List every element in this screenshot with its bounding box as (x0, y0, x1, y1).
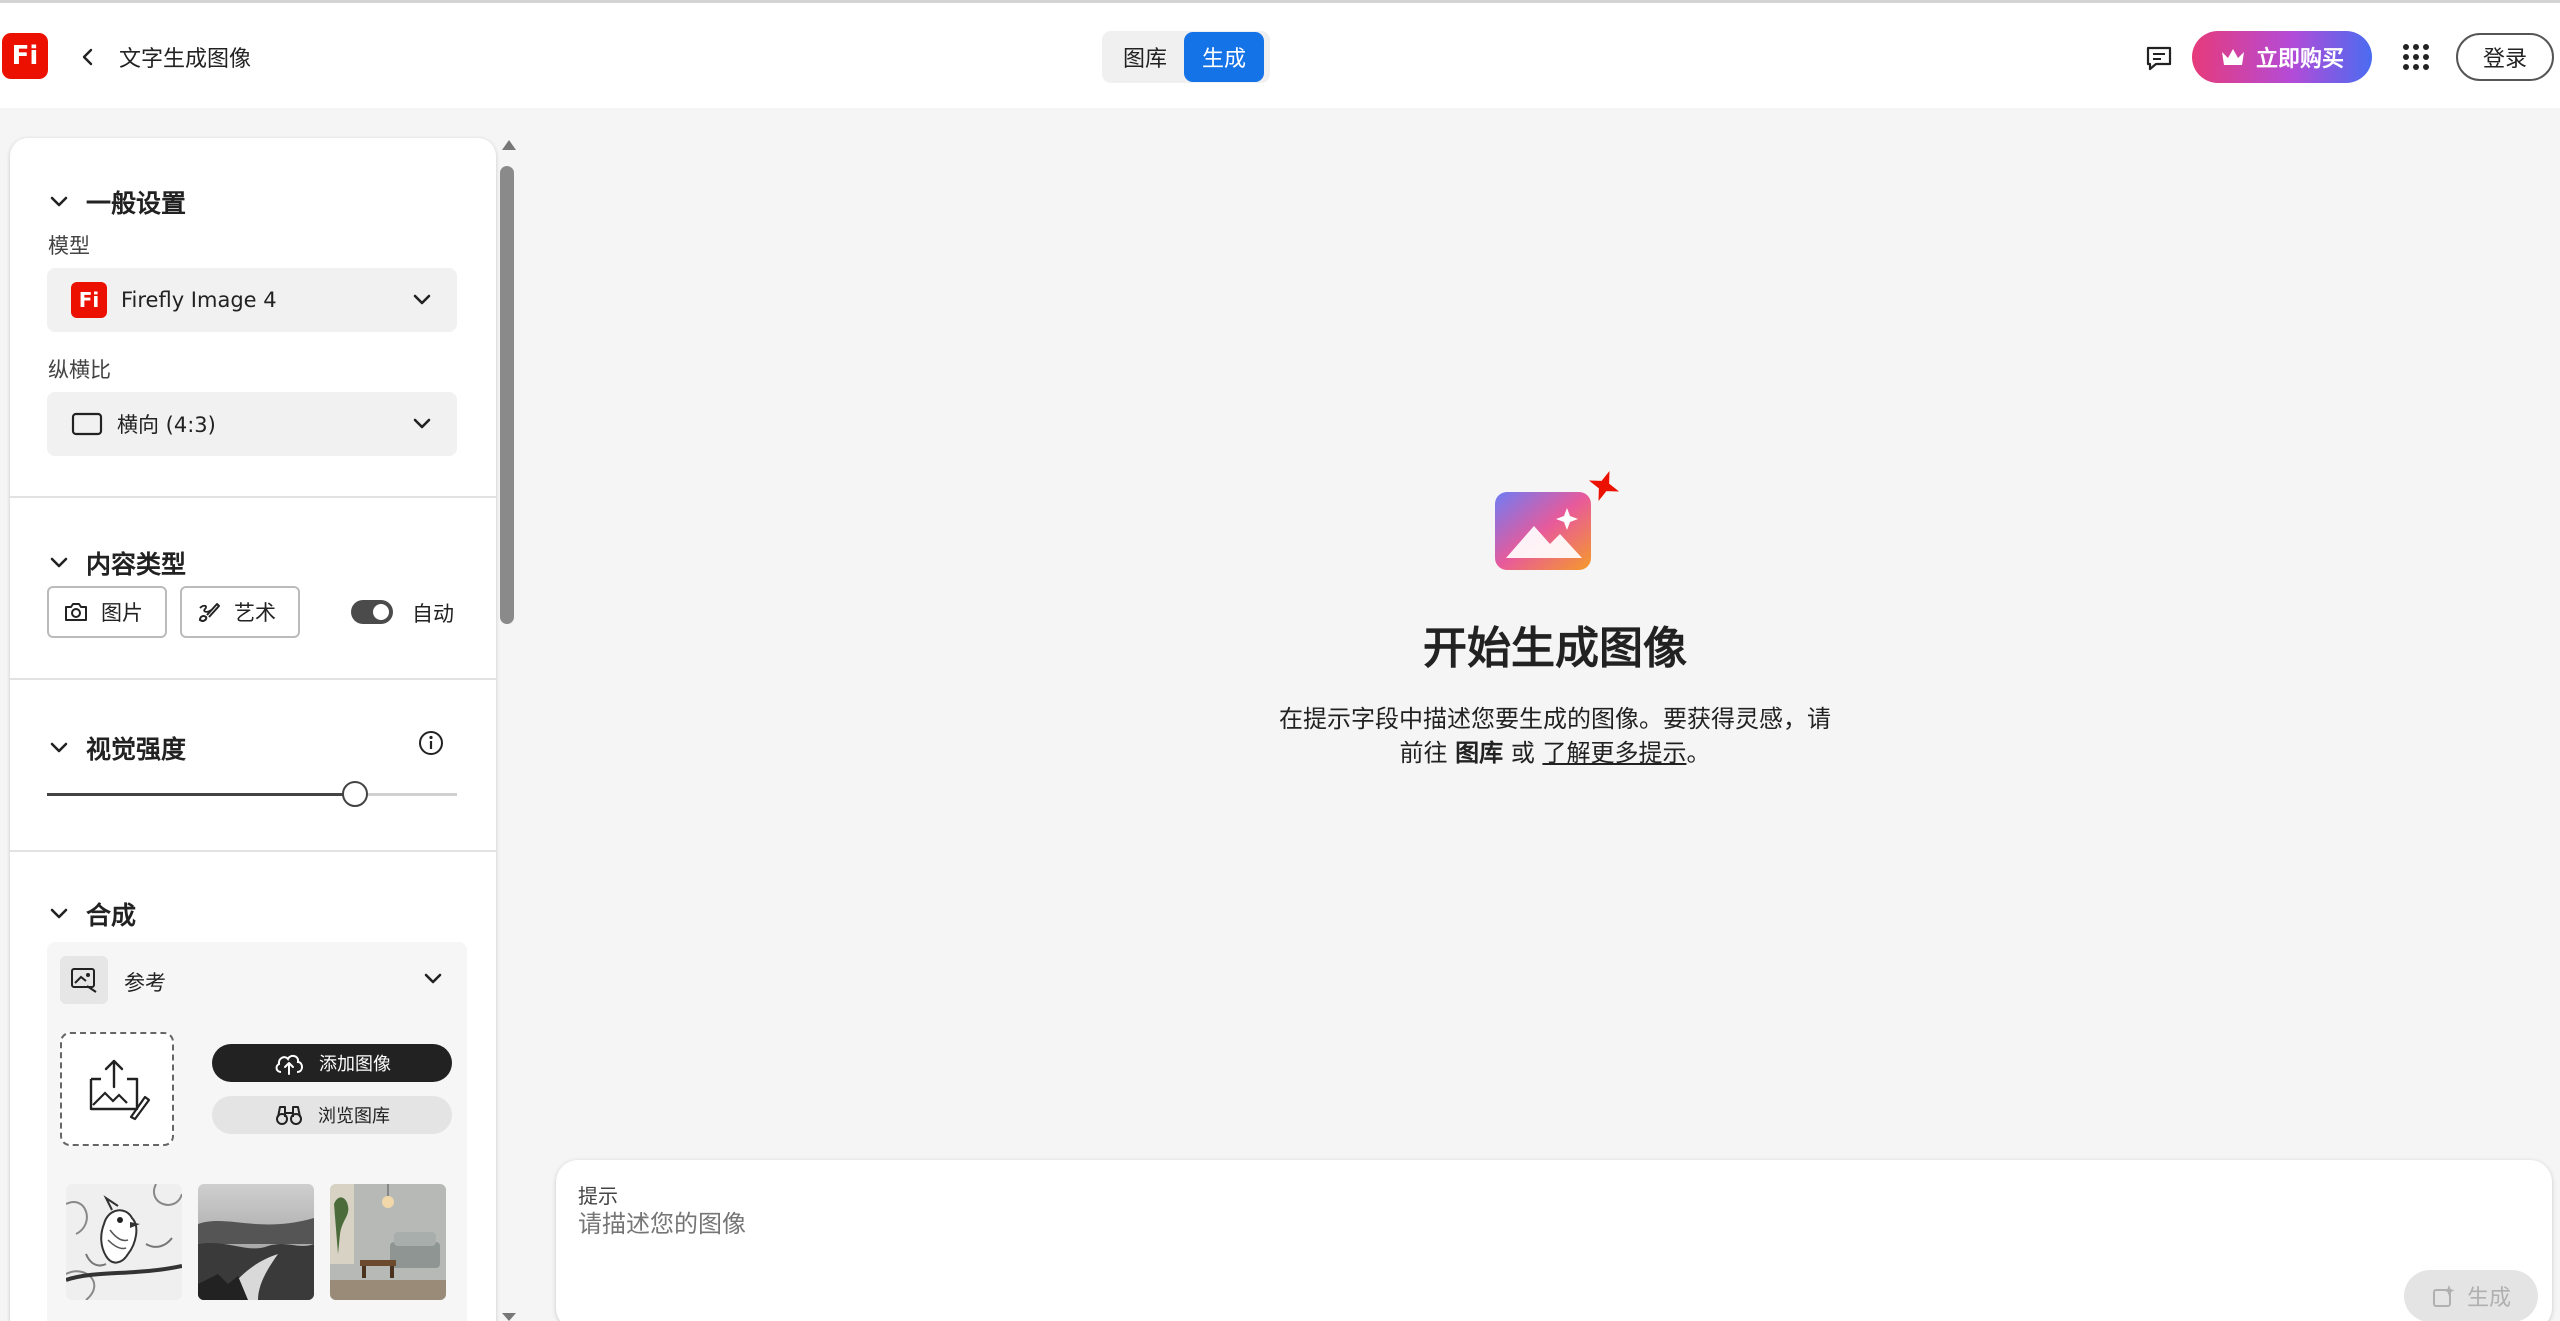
prompt-panel: 提示 生成 (556, 1160, 2552, 1321)
aspect-ratio-label: 纵横比 (48, 358, 111, 382)
bird-sketch-image (66, 1184, 182, 1300)
panel-scrollbar[interactable] (498, 140, 516, 1321)
gallery-link[interactable]: 图库 (1455, 739, 1503, 767)
style-reference-thumbnail-interior[interactable] (330, 1184, 446, 1300)
page-title: 文字生成图像 (119, 47, 252, 72)
generate-label: 生成 (2466, 1286, 2511, 1311)
buy-now-label: 立即购买 (2255, 47, 2344, 72)
binoculars-icon (276, 1106, 302, 1125)
content-type-header[interactable]: 内容类型 (48, 545, 186, 581)
chat-icon (2146, 46, 2172, 71)
art-brush-icon (198, 603, 220, 623)
visual-intensity-header[interactable]: 视觉强度 (48, 730, 186, 766)
back-button[interactable] (72, 41, 104, 73)
reference-image-icon (71, 968, 97, 993)
visual-intensity-slider-fill (47, 793, 355, 796)
buy-now-button[interactable]: 立即购买 (2192, 31, 2372, 83)
sign-in-button[interactable]: 登录 (2456, 33, 2554, 81)
top-bar: Fi 文字生成图像 图库 生成 立即购买 登录 (0, 0, 2560, 108)
misty-river-image (198, 1184, 314, 1300)
mode-switcher: 图库 生成 (1102, 31, 1270, 83)
upload-dropzone[interactable] (60, 1032, 174, 1146)
learn-more-prompts-link[interactable]: 了解更多提示 (1542, 739, 1686, 767)
firefly-logo[interactable]: Fi (2, 33, 48, 79)
desc-end: 。 (1686, 739, 1711, 767)
style-reference-thumbnail-landscape[interactable] (198, 1184, 314, 1300)
generate-button[interactable]: 生成 (2404, 1270, 2538, 1321)
visual-intensity-slider-thumb[interactable] (341, 781, 368, 807)
browse-gallery-label: 浏览图库 (318, 1106, 390, 1127)
model-value: Firefly Image 4 (121, 288, 277, 312)
chevron-down-icon[interactable] (422, 968, 444, 990)
model-label: 模型 (48, 234, 90, 258)
content-type-photo-button[interactable]: 图片 (47, 586, 167, 638)
style-reference-thumbnail-bird[interactable] (66, 1184, 182, 1300)
auto-toggle[interactable] (351, 600, 393, 624)
empty-state-description: 在提示字段中描述您要生成的图像。要获得灵感，请 前往 图库 或 了解更多提示。 (1120, 702, 1990, 770)
scroll-thumb[interactable] (500, 166, 514, 624)
divider (10, 496, 496, 498)
firefly-model-icon: Fi (71, 282, 107, 318)
tab-generate[interactable]: 生成 (1184, 32, 1264, 82)
aspect-ratio-dropdown[interactable]: 横向 (4:3) (47, 392, 457, 456)
reference-icon-box (60, 956, 108, 1004)
model-dropdown[interactable]: Fi Firefly Image 4 (47, 268, 457, 332)
composition-title: 合成 (86, 901, 137, 930)
landscape-frame-icon (71, 412, 103, 436)
prompt-label: 提示 (578, 1184, 618, 1208)
upload-image-icon (89, 1059, 151, 1121)
photo-label: 图片 (101, 601, 143, 625)
living-room-image (330, 1184, 446, 1300)
empty-state-title: 开始生成图像 (1423, 623, 1687, 674)
art-label: 艺术 (234, 601, 276, 625)
empty-state-desc-line2: 前往 图库 或 了解更多提示。 (1120, 736, 1990, 770)
chevron-down-icon (50, 557, 68, 568)
add-image-label: 添加图像 (319, 1054, 391, 1075)
feedback-button[interactable] (2142, 41, 2176, 75)
content-type-title: 内容类型 (86, 550, 187, 579)
camera-icon (65, 603, 87, 621)
general-settings-header[interactable]: 一般设置 (48, 184, 186, 220)
apps-button[interactable] (2400, 41, 2432, 73)
chevron-down-icon (50, 196, 68, 207)
visual-intensity-title: 视觉强度 (86, 735, 187, 764)
chevron-down-icon (50, 742, 68, 753)
divider (10, 850, 496, 852)
reference-label: 参考 (124, 971, 166, 995)
crown-icon (2221, 49, 2244, 65)
add-image-button[interactable]: 添加图像 (212, 1044, 452, 1082)
aspect-ratio-value: 横向 (4:3) (117, 413, 216, 437)
desc-prefix: 前往 (1399, 739, 1448, 767)
divider (10, 678, 496, 680)
scroll-down-arrow[interactable] (502, 1313, 516, 1321)
chevron-down-icon (413, 294, 431, 305)
empty-state-desc-line1: 在提示字段中描述您要生成的图像。要获得灵感，请 (1279, 705, 1831, 733)
prompt-input[interactable] (578, 1210, 2178, 1238)
generate-sparkle-icon (2432, 1285, 2455, 1307)
auto-label: 自动 (412, 602, 454, 626)
content-type-art-button[interactable]: 艺术 (180, 586, 300, 638)
generate-image-illustration (1495, 470, 1620, 570)
chevron-down-icon (50, 908, 68, 919)
grid-icon (2403, 44, 2429, 70)
general-settings-title: 一般设置 (86, 189, 187, 218)
info-icon[interactable] (416, 728, 446, 758)
chevron-left-icon (82, 48, 93, 66)
cloud-upload-icon (275, 1054, 303, 1075)
browse-gallery-button[interactable]: 浏览图库 (212, 1096, 452, 1134)
composition-header[interactable]: 合成 (48, 896, 136, 932)
desc-or: 或 (1510, 739, 1535, 767)
scroll-up-arrow[interactable] (502, 140, 516, 150)
settings-panel: 一般设置 模型 Fi Firefly Image 4 纵横比 横向 (4:3) … (10, 138, 496, 1321)
tab-gallery[interactable]: 图库 (1106, 32, 1184, 82)
chevron-down-icon (413, 418, 431, 429)
visual-intensity-slider-track[interactable] (47, 793, 457, 796)
